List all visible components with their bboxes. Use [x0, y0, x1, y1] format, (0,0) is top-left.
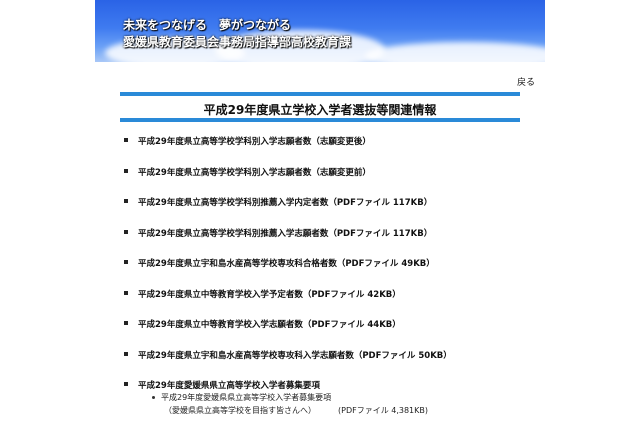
- list-item[interactable]: 平成29年度県立高等学校学科別推薦入学志願者数（PDFファイル 117KB）: [124, 227, 544, 258]
- page: 未来をつなげる 夢がつながる 愛媛県教育委員会事務局指導部高校教育課 戻る 平成…: [0, 0, 640, 426]
- title-top-rule: [120, 92, 520, 96]
- list-item-link[interactable]: 平成29年度県立宇和島水産高等学校専攻科合格者数（PDFファイル 49KB）: [138, 257, 435, 269]
- list-item-link[interactable]: 平成29年度県立宇和島水産高等学校専攻科入学志願者数（PDFファイル 50KB）: [138, 349, 452, 361]
- list-item[interactable]: 平成29年度県立高等学校学科別入学志願者数（志願変更前）: [124, 166, 544, 197]
- square-bullet-icon: [124, 321, 128, 325]
- list-item[interactable]: 平成29年度県立中等教育学校入学志願者数（PDFファイル 44KB）: [124, 318, 544, 349]
- title-bottom-rule: [120, 118, 520, 122]
- circle-bullet-icon: [152, 396, 155, 399]
- page-title-bar: 平成29年度県立学校入学者選抜等関連情報: [120, 92, 520, 122]
- list-item[interactable]: 平成29年度県立宇和島水産高等学校専攻科合格者数（PDFファイル 49KB）: [124, 257, 544, 288]
- list-item-link[interactable]: 平成29年度県立高等学校学科別入学志願者数（志願変更前）: [138, 166, 371, 178]
- header-slogan: 未来をつなげる 夢がつながる: [123, 18, 292, 32]
- sub-item-line2-row: （愛媛県県立高等学校を目指す皆さんへ） (PDFファイル 4,381KB): [164, 405, 428, 416]
- square-bullet-icon: [124, 168, 128, 173]
- sub-item-title[interactable]: 平成29年度愛媛県県立高等学校入学者募集要項: [161, 393, 331, 402]
- page-title: 平成29年度県立学校入学者選抜等関連情報: [203, 103, 437, 117]
- list-item[interactable]: 平成29年度県立中等教育学校入学予定者数（PDFファイル 42KB）: [124, 288, 544, 319]
- list-item[interactable]: 平成29年度県立高等学校学科別推薦入学内定者数（PDFファイル 117KB）: [124, 196, 544, 227]
- sub-item-line1-row: 平成29年度愛媛県県立高等学校入学者募集要項: [152, 392, 428, 403]
- square-bullet-icon: [124, 260, 128, 264]
- list-item[interactable]: 平成29年度県立高等学校学科別入学志願者数（志願変更後）: [124, 135, 544, 166]
- list-item-link[interactable]: 平成29年度県立高等学校学科別入学志願者数（志願変更後）: [138, 135, 371, 147]
- list-item-link[interactable]: 平成29年度県立高等学校学科別推薦入学志願者数（PDFファイル 117KB）: [138, 227, 432, 239]
- list-item[interactable]: 平成29年度県立宇和島水産高等学校専攻科入学志願者数（PDFファイル 50KB）: [124, 349, 544, 380]
- back-row: 戻る: [95, 62, 545, 89]
- list-item-heading: 平成29年度愛媛県県立高等学校入学者募集要項: [138, 381, 320, 391]
- square-bullet-icon: [124, 290, 128, 295]
- list-item-link[interactable]: 平成29年度県立中等教育学校入学志願者数（PDFファイル 44KB）: [138, 318, 401, 330]
- sub-item-pdf-info[interactable]: (PDFファイル 4,381KB): [338, 406, 428, 415]
- header-department: 愛媛県教育委員会事務局指導部高校教育課: [123, 35, 352, 49]
- square-bullet-icon: [124, 138, 128, 142]
- square-bullet-icon: [124, 382, 128, 386]
- sub-item[interactable]: 平成29年度愛媛県県立高等学校入学者募集要項 （愛媛県県立高等学校を目指す皆さん…: [152, 392, 428, 416]
- list-item-link[interactable]: 平成29年度県立高等学校学科別推薦入学内定者数（PDFファイル 117KB）: [138, 196, 432, 208]
- header-banner: 未来をつなげる 夢がつながる 愛媛県教育委員会事務局指導部高校教育課: [95, 0, 545, 62]
- back-link[interactable]: 戻る: [517, 75, 535, 88]
- square-bullet-icon: [124, 229, 128, 234]
- sub-item-subtitle[interactable]: （愛媛県県立高等学校を目指す皆さんへ）: [164, 406, 316, 415]
- cloud-shape: [365, 42, 545, 62]
- item-list: 平成29年度県立高等学校学科別入学志願者数（志願変更後） 平成29年度県立高等学…: [124, 135, 544, 410]
- list-item-link[interactable]: 平成29年度県立中等教育学校入学予定者数（PDFファイル 42KB）: [138, 288, 401, 300]
- square-bullet-icon: [124, 199, 128, 203]
- square-bullet-icon: [124, 351, 128, 356]
